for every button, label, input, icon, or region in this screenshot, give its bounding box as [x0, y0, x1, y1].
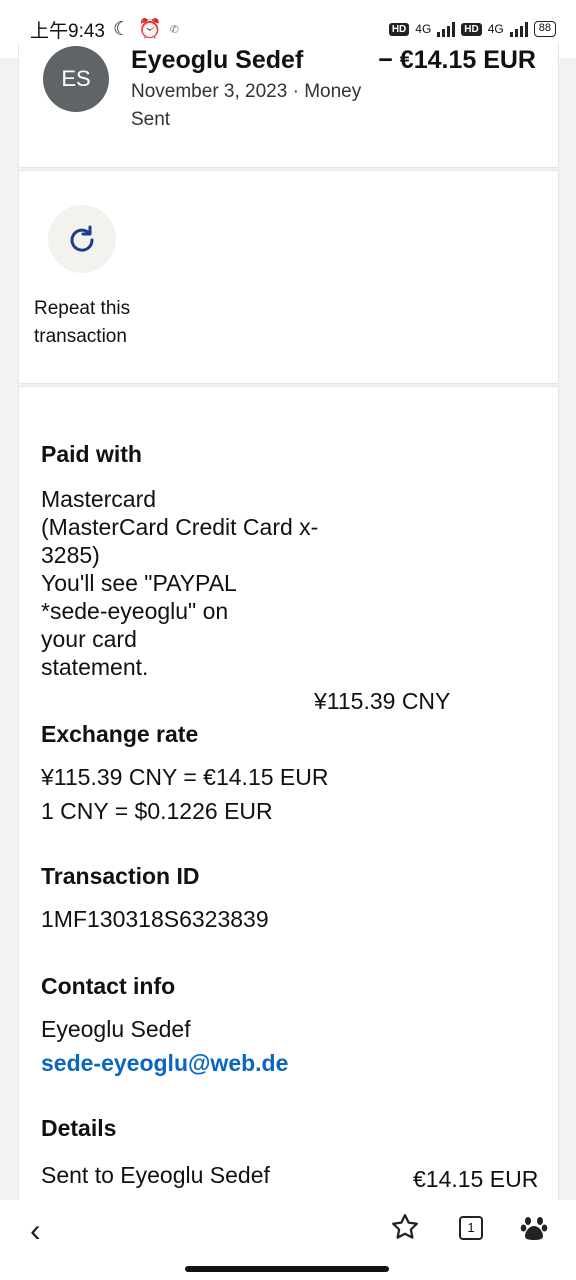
contact-email-link[interactable]: sede-eyeoglu@web.de	[41, 1049, 288, 1077]
transaction-id-title: Transaction ID	[41, 863, 200, 889]
exchange-rate-line2: 1 CNY = $0.1226 EUR	[41, 798, 273, 824]
sent-to-label: Sent to Eyeoglu Sedef	[41, 1162, 270, 1188]
transaction-id-value: 1MF130318S6323839	[41, 906, 269, 932]
notification-icon: ✆	[169, 23, 179, 36]
network-label-1: 4G	[415, 22, 432, 36]
network-label-2: 4G	[487, 22, 504, 36]
transaction-details-card: Paid with Mastercard (MasterCard Credit …	[18, 386, 559, 1200]
transaction-amount: − €14.15 EUR	[378, 46, 536, 74]
battery-icon: 88	[533, 21, 556, 37]
payment-card-line2: (MasterCard Credit Card x-	[41, 514, 319, 540]
refresh-icon	[70, 225, 94, 252]
details-title: Details	[41, 1115, 117, 1141]
repeat-card: Repeat this transaction	[18, 170, 559, 384]
status-time: 上午9:43	[30, 20, 105, 42]
details-amount: €14.15 EUR	[413, 1166, 539, 1192]
exchange-rate-line1: ¥115.39 CNY = €14.15 EUR	[41, 764, 329, 790]
hd-icon: HD	[388, 22, 410, 36]
transaction-header-card: ES Eyeoglu Sedef − €14.15 EUR November 3…	[18, 42, 559, 168]
repeat-transaction-label[interactable]: Repeat this transaction	[34, 295, 174, 351]
baidu-paw-icon[interactable]	[520, 1214, 548, 1247]
back-icon[interactable]: ‹	[30, 1212, 41, 1249]
exchange-rate-title: Exchange rate	[41, 721, 199, 747]
statement-note-line3: your card	[41, 626, 137, 652]
contact-name: Eyeoglu Sedef	[41, 1016, 191, 1042]
contact-info-title: Contact info	[41, 973, 176, 999]
statement-note-line4: statement.	[41, 654, 149, 680]
signal-icon-2	[509, 21, 528, 37]
payment-card-line1: Mastercard	[41, 486, 157, 512]
tabs-count-button[interactable]: 1	[459, 1216, 483, 1240]
statement-note-line1: You'll see "PAYPAL	[41, 570, 237, 596]
transaction-date-type: November 3, 2023 · Money Sent	[131, 81, 362, 130]
alarm-icon: ⏰	[138, 19, 162, 40]
repeat-transaction-button[interactable]	[48, 205, 116, 273]
hd-icon-2: HD	[461, 22, 482, 36]
paid-amount-cny: ¥115.39 CNY	[314, 688, 451, 714]
avatar: ES	[43, 46, 109, 112]
statement-note-line2: *sede-eyeoglu" on	[41, 598, 229, 624]
paid-with-title: Paid with	[41, 441, 142, 467]
moon-icon: ☾	[112, 18, 131, 40]
home-indicator	[185, 1266, 389, 1272]
payment-card-line3: 3285)	[41, 542, 100, 568]
browser-bottom-bar: ‹ 1	[0, 1200, 576, 1280]
payee-name: Eyeoglu Sedef	[131, 46, 304, 74]
signal-icon	[437, 21, 456, 37]
bookmark-star-icon[interactable]	[390, 1212, 420, 1247]
